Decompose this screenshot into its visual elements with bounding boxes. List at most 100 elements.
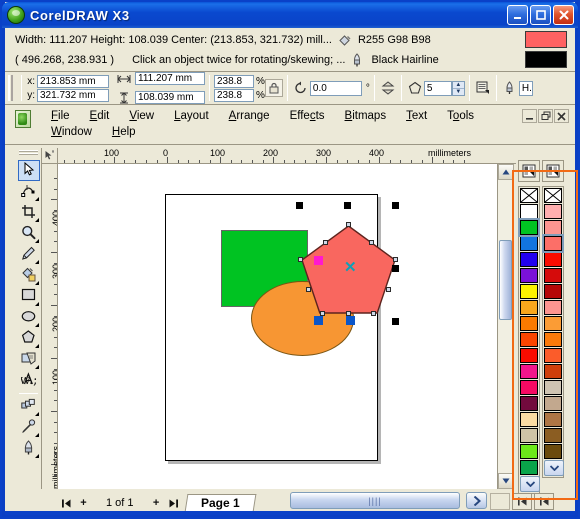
palette-swatch-bright-green[interactable]	[520, 444, 538, 459]
flyout-arrow-icon[interactable]	[34, 344, 39, 348]
drawing-canvas[interactable]: ✕	[58, 164, 497, 489]
palette-swatch-taupe[interactable]	[544, 396, 562, 411]
flyout-arrow-icon[interactable]	[34, 433, 39, 437]
selection-handle-e[interactable]	[392, 265, 399, 272]
palette-swatch-no-fill[interactable]	[520, 188, 538, 203]
menu-text[interactable]: Text	[396, 108, 437, 124]
menu-file[interactable]: File	[41, 108, 80, 124]
palette-swatch-light-salmon[interactable]	[544, 300, 562, 315]
doc-minimize-button[interactable]	[522, 109, 537, 123]
outline-pen-icon[interactable]	[501, 79, 519, 97]
property-bar-grip[interactable]	[8, 75, 14, 101]
vertical-scroll-thumb[interactable]	[499, 240, 512, 320]
toolbox-grip[interactable]	[19, 150, 38, 158]
flyout-arrow-icon[interactable]	[34, 260, 39, 264]
horizontal-ruler[interactable]: 100 0 100 200 300 400 millimeters	[58, 148, 516, 164]
palette-swatch-bright-red[interactable]	[544, 252, 562, 267]
palette-column-1[interactable]	[518, 186, 540, 494]
palette-swatch-crimson[interactable]	[544, 268, 562, 283]
palette-swatch-peach[interactable]	[520, 412, 538, 427]
smart-fill-tool[interactable]	[18, 265, 40, 286]
palette-swatch-orange[interactable]	[544, 332, 562, 347]
flyout-arrow-icon[interactable]	[34, 281, 39, 285]
add-page-after-button[interactable]: +	[148, 494, 165, 512]
palette-last-button[interactable]	[534, 492, 554, 510]
shape-node-upper-right[interactable]	[369, 240, 374, 245]
palette-swatch-tan[interactable]	[520, 428, 538, 443]
selection-handle-n[interactable]	[344, 202, 351, 209]
palette-swatch-blue[interactable]	[520, 252, 538, 267]
menu-bitmaps[interactable]: Bitmaps	[335, 108, 397, 124]
palette-options-icon-1[interactable]	[518, 160, 540, 182]
palette-swatch-violet[interactable]	[520, 268, 538, 283]
last-page-button[interactable]	[165, 494, 182, 512]
document-icon[interactable]	[15, 110, 31, 128]
selection-handle-nw[interactable]	[296, 202, 303, 209]
vertical-ruler[interactable]: 400 300 200 100 millimeters	[42, 164, 58, 489]
flyout-arrow-icon[interactable]	[34, 412, 39, 416]
text-tool[interactable]: w.;	[18, 370, 40, 391]
shape-node-lower-left[interactable]	[306, 287, 311, 292]
palette-swatch-light-orange[interactable]	[520, 300, 538, 315]
menu-tools[interactable]: Tools	[437, 108, 484, 124]
add-page-before-button[interactable]: +	[75, 494, 92, 512]
palette-swatch-emerald-green[interactable]	[520, 460, 538, 475]
eyedropper-tool[interactable]	[18, 417, 40, 438]
palette-swatch-light-pink[interactable]	[544, 204, 562, 219]
menu-effects[interactable]: Effects	[280, 108, 335, 124]
to-front-icon[interactable]	[474, 79, 492, 97]
palette-swatch-burnt-orange[interactable]	[544, 364, 562, 379]
interactive-blend-tool[interactable]	[18, 396, 40, 417]
palette-swatch-dark-purple[interactable]	[520, 396, 538, 411]
palette-swatch-magenta[interactable]	[520, 364, 538, 379]
palette-scroll-placeholder[interactable]	[490, 492, 510, 510]
width-input[interactable]: 111.207 mm	[135, 72, 205, 85]
palette-swatch-salmon-pink[interactable]	[544, 220, 562, 235]
palette-swatch-pink-red[interactable]	[520, 380, 538, 395]
palette-options-icon-2[interactable]	[542, 160, 564, 182]
rotation-angle-input[interactable]: 0.0	[309, 80, 362, 96]
flyout-arrow-icon[interactable]	[34, 365, 39, 369]
height-input[interactable]: 108.039 mm	[135, 91, 205, 104]
horizontal-scroll-thumb[interactable]: ||||	[290, 492, 460, 509]
polygon-sides-input[interactable]: 5	[423, 80, 452, 96]
scale-horizontal-input[interactable]: 238.8	[214, 74, 254, 88]
blue-anchor-handle-mid[interactable]	[346, 316, 355, 325]
menu-edit[interactable]: Edit	[80, 108, 120, 124]
flyout-arrow-icon[interactable]	[34, 218, 39, 222]
page-tab-page-1[interactable]: Page 1	[184, 494, 256, 512]
flyout-arrow-icon[interactable]	[34, 302, 39, 306]
zoom-tool[interactable]	[18, 223, 40, 244]
pink-anchor-handle[interactable]	[314, 256, 323, 265]
freehand-tool[interactable]	[18, 244, 40, 265]
flyout-arrow-icon[interactable]	[34, 197, 39, 201]
selection-handle-se[interactable]	[392, 318, 399, 325]
palette-swatch-salmon-selected[interactable]	[542, 234, 564, 253]
outline-width-input[interactable]: H...	[518, 80, 533, 96]
shape-node-upper-left[interactable]	[323, 240, 328, 245]
shape-node-right[interactable]	[393, 257, 398, 262]
shape-node-lower-right[interactable]	[386, 287, 391, 292]
horizontal-scrollbar[interactable]: ||||	[290, 492, 488, 510]
menu-window[interactable]: Window	[41, 124, 102, 140]
shape-tool[interactable]	[18, 181, 40, 202]
doc-restore-button[interactable]	[538, 109, 553, 123]
basic-shapes-tool[interactable]	[18, 349, 40, 370]
palette-swatch-red[interactable]	[520, 348, 538, 363]
crop-tool[interactable]	[18, 202, 40, 223]
first-page-button[interactable]	[58, 494, 75, 512]
palette-swatch-dark-brown[interactable]	[544, 444, 562, 459]
scroll-down-button[interactable]	[498, 473, 514, 489]
palette-swatch-light-orange[interactable]	[544, 316, 562, 331]
palette-swatch-azure-blue[interactable]	[520, 236, 538, 251]
menu-arrange[interactable]: Arrange	[219, 108, 280, 124]
x-position-input[interactable]: 213.853 mm	[37, 74, 109, 88]
flyout-arrow-icon[interactable]	[34, 323, 39, 327]
selection-handle-ne[interactable]	[392, 202, 399, 209]
doc-close-button[interactable]	[554, 109, 569, 123]
minimize-button[interactable]	[507, 5, 528, 25]
palette-swatch-white[interactable]	[520, 204, 538, 219]
palette-swatch-beige[interactable]	[544, 380, 562, 395]
scale-vertical-input[interactable]: 238.8	[214, 88, 254, 102]
palette-swatch-no-fill[interactable]	[544, 188, 562, 203]
